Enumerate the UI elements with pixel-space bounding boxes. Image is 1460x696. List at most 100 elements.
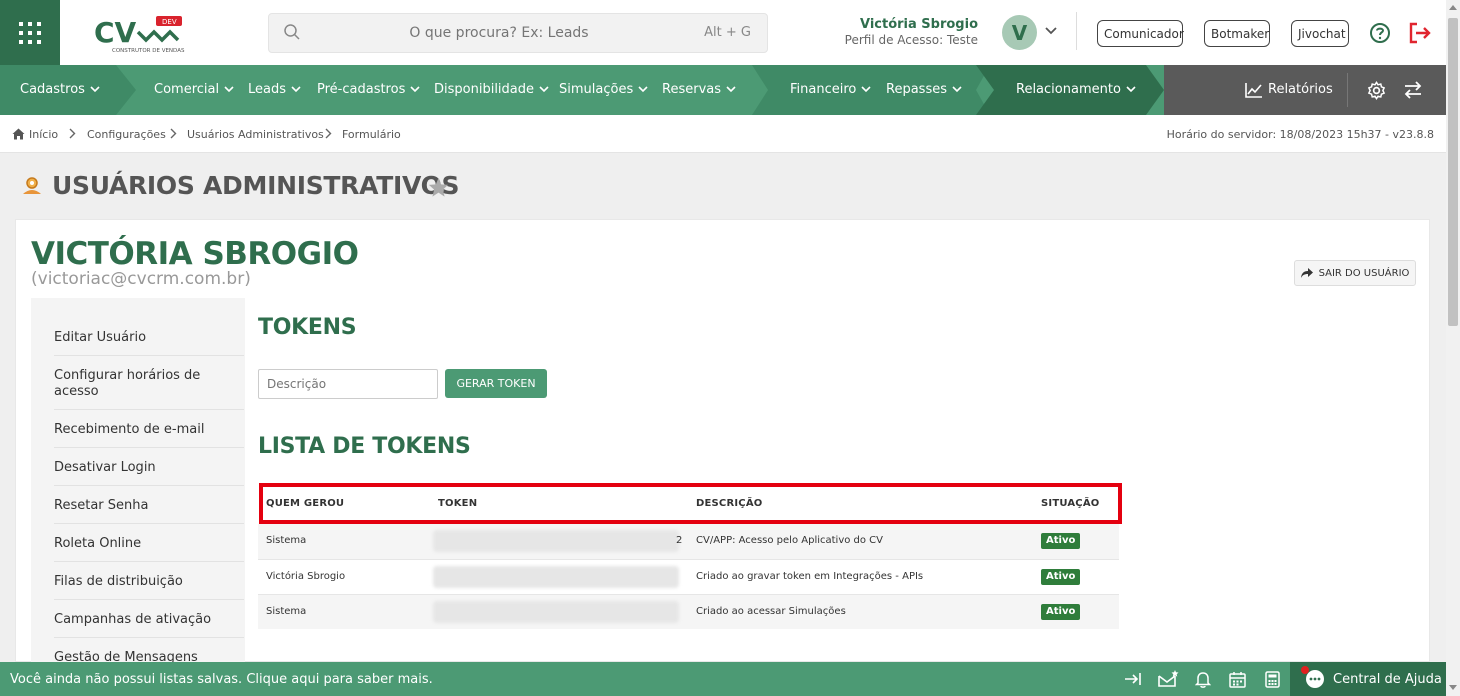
tokens-title: TOKENS bbox=[258, 315, 357, 340]
chevron-down-icon bbox=[291, 86, 301, 93]
jivochat-button[interactable]: Jivochat bbox=[1291, 20, 1349, 47]
notification-dot bbox=[1301, 666, 1309, 674]
search-icon bbox=[284, 24, 300, 40]
user-name[interactable]: Victória Sbrogio bbox=[860, 17, 978, 32]
mail-star-icon[interactable] bbox=[1158, 669, 1180, 688]
cell-generated-by: Sistema bbox=[266, 606, 307, 617]
profile-name: VICTÓRIA SBROGIO bbox=[31, 236, 359, 272]
chevron-down-icon[interactable] bbox=[1045, 27, 1057, 35]
scrollbar-thumb[interactable] bbox=[1448, 18, 1458, 326]
user-card: VICTÓRIA SBROGIO (victoriac@cvcrm.com.br… bbox=[15, 219, 1430, 663]
sidebar-item-configurar-horarios[interactable]: Configurar horários de acesso bbox=[54, 368, 244, 400]
sidebar-item-campanhas-ativacao[interactable]: Campanhas de ativação bbox=[54, 612, 244, 628]
divider bbox=[54, 447, 244, 448]
footer-bar: Você ainda não possui listas salvas. Cli… bbox=[0, 662, 1446, 696]
sidebar-item-filas-distribuicao[interactable]: Filas de distribuição bbox=[54, 574, 244, 590]
saved-lists-message[interactable]: Você ainda não possui listas salvas. Cli… bbox=[10, 672, 433, 687]
chevron-down-icon bbox=[726, 86, 736, 93]
page-title: USUÁRIOS ADMINISTRATIVOS bbox=[52, 171, 460, 200]
chevron-down-icon bbox=[638, 86, 648, 93]
table-row[interactable]: Victória Sbrogio Criado ao gravar token … bbox=[258, 559, 1119, 594]
chevron-down-icon bbox=[1126, 86, 1136, 93]
search-input[interactable] bbox=[309, 14, 689, 52]
chevron-down-icon bbox=[410, 86, 420, 93]
highlight-box bbox=[259, 483, 1122, 524]
nav-leads[interactable]: Leads bbox=[248, 65, 301, 115]
cv-logo[interactable]: CV DEV CONSTRUTOR DE VENDAS bbox=[94, 14, 186, 54]
swap-arrows-icon[interactable] bbox=[1403, 81, 1423, 99]
user-admin-icon bbox=[23, 177, 41, 194]
breadcrumb: Início Configurações Usuários Administra… bbox=[0, 115, 1446, 153]
calculator-icon[interactable] bbox=[1265, 671, 1280, 688]
gear-icon[interactable] bbox=[1367, 81, 1386, 100]
bell-icon[interactable] bbox=[1195, 671, 1211, 688]
token-description-input[interactable] bbox=[258, 369, 438, 399]
exit-user-button[interactable]: SAIR DO USUÁRIO bbox=[1294, 260, 1416, 286]
divider bbox=[1076, 12, 1077, 50]
profile-email: (victoriac@cvcrm.com.br) bbox=[31, 269, 251, 289]
chevron-down-icon bbox=[861, 86, 871, 93]
breadcrumb-usuarios[interactable]: Usuários Administrativos bbox=[187, 128, 324, 141]
sidebar-item-desativar-login[interactable]: Desativar Login bbox=[54, 460, 244, 476]
chevron-right-icon bbox=[170, 128, 177, 139]
table-row[interactable]: Sistema 2 CV/APP: Acesso pelo Aplicativo… bbox=[258, 524, 1119, 559]
chevron-right-icon bbox=[69, 128, 76, 139]
nav-relacionamento[interactable]: Relacionamento bbox=[1016, 65, 1136, 115]
home-icon[interactable] bbox=[12, 128, 25, 140]
help-icon[interactable] bbox=[1369, 22, 1391, 44]
breadcrumb-configuracoes[interactable]: Configurações bbox=[87, 128, 166, 141]
token-list-title: LISTA DE TOKENS bbox=[258, 434, 471, 459]
help-center-button[interactable]: Central de Ajuda bbox=[1290, 662, 1446, 696]
nav-financeiro[interactable]: Financeiro bbox=[790, 65, 871, 115]
nav-disponibilidade[interactable]: Disponibilidade bbox=[434, 65, 549, 115]
scroll-down-icon[interactable] bbox=[1449, 685, 1457, 690]
avatar[interactable]: V bbox=[1002, 15, 1037, 50]
chevron-down-icon bbox=[224, 86, 234, 93]
chevron-down-icon bbox=[539, 86, 549, 93]
botmaker-button[interactable]: Botmaker bbox=[1204, 20, 1270, 47]
table-row[interactable]: Sistema Criado ao acessar Simulações Ati… bbox=[258, 594, 1119, 629]
scroll-up-icon[interactable] bbox=[1449, 5, 1457, 10]
apps-grid-button[interactable] bbox=[0, 0, 60, 65]
token-redacted bbox=[433, 530, 679, 552]
chevron-right-icon bbox=[325, 128, 332, 139]
comunicador-button[interactable]: Comunicador bbox=[1097, 20, 1184, 47]
nav-simulacoes[interactable]: Simulações bbox=[559, 65, 648, 115]
divider bbox=[54, 637, 244, 638]
nav-relatorios[interactable]: Relatórios bbox=[1245, 65, 1333, 115]
global-search[interactable]: Alt + G bbox=[268, 13, 768, 53]
nav-comercial[interactable]: Comercial bbox=[154, 65, 234, 115]
grid-icon bbox=[19, 21, 41, 44]
sidebar-item-resetar-senha[interactable]: Resetar Senha bbox=[54, 498, 244, 514]
page-scrollbar[interactable] bbox=[1446, 0, 1460, 696]
user-sidebar: Editar Usuário Configurar horários de ac… bbox=[31, 298, 245, 663]
divider bbox=[54, 523, 244, 524]
divider bbox=[54, 355, 244, 356]
status-badge: Ativo bbox=[1041, 569, 1081, 585]
breadcrumb-inicio[interactable]: Início bbox=[29, 128, 58, 141]
cell-description: Criado ao acessar Simulações bbox=[696, 606, 846, 617]
token-redacted bbox=[433, 566, 679, 588]
nav-repasses[interactable]: Repasses bbox=[886, 65, 962, 115]
generate-token-button[interactable]: GERAR TOKEN bbox=[445, 369, 547, 398]
divider bbox=[54, 485, 244, 486]
cell-description: CV/APP: Acesso pelo Aplicativo do CV bbox=[696, 535, 884, 546]
nav-reservas[interactable]: Reservas bbox=[662, 65, 736, 115]
nav-pre-cadastros[interactable]: Pré-cadastros bbox=[317, 65, 420, 115]
nav-cadastros[interactable]: Cadastros bbox=[20, 65, 100, 115]
sidebar-item-roleta-online[interactable]: Roleta Online bbox=[54, 536, 244, 552]
user-profile: Perfil de Acesso: Teste bbox=[844, 33, 978, 47]
help-center-label: Central de Ajuda bbox=[1333, 672, 1442, 687]
divider bbox=[54, 409, 244, 410]
collapse-right-icon[interactable] bbox=[1124, 671, 1142, 687]
chevron-down-icon bbox=[90, 86, 100, 93]
cell-description: Criado ao gravar token em Integrações - … bbox=[696, 571, 924, 582]
status-badge: Ativo bbox=[1041, 604, 1081, 620]
sidebar-item-editar-usuario[interactable]: Editar Usuário bbox=[54, 330, 244, 346]
svg-text:CONSTRUTOR DE VENDAS: CONSTRUTOR DE VENDAS bbox=[112, 48, 185, 54]
logout-icon[interactable] bbox=[1408, 22, 1432, 44]
sidebar-item-recebimento-email[interactable]: Recebimento de e-mail bbox=[54, 422, 244, 438]
divider bbox=[54, 599, 244, 600]
calendar-icon[interactable] bbox=[1229, 671, 1246, 688]
star-icon[interactable] bbox=[428, 177, 449, 197]
